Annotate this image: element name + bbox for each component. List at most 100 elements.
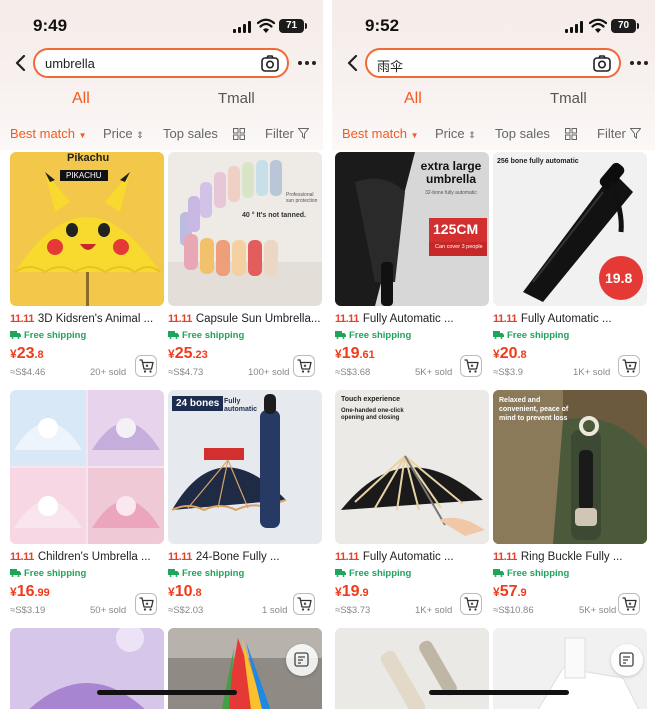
grid-view-icon[interactable] bbox=[565, 128, 577, 140]
tab-all[interactable]: All bbox=[72, 90, 90, 108]
product-card[interactable] bbox=[335, 628, 489, 709]
product-title[interactable]: 11.11 Fully Automatic ... bbox=[335, 551, 489, 563]
product-title[interactable]: 11.11 24-Bone Fully ... bbox=[168, 551, 322, 563]
sort-best-match[interactable]: Best match ▼ bbox=[10, 126, 87, 141]
product-card[interactable]: 256 bone fully automatic 19.8 11.11 Fully… bbox=[493, 152, 647, 378]
product-image[interactable]: extra large umbrella 32-bone fully autom… bbox=[335, 152, 489, 306]
promo-badge: 11.11 bbox=[168, 551, 192, 563]
converted-price: ≈S$10.86 bbox=[493, 605, 534, 616]
signal-icon bbox=[565, 21, 583, 33]
camera-icon[interactable] bbox=[261, 55, 279, 72]
product-title[interactable]: 11.11 Fully Automatic ... bbox=[335, 313, 489, 325]
sort-price[interactable]: Price ⇕ bbox=[103, 126, 144, 141]
product-title-text: Fully Automatic ... bbox=[520, 313, 612, 325]
product-title[interactable]: 11.11 Children's Umbrella ... bbox=[10, 551, 164, 563]
product-title[interactable]: 11.11 Ring Buckle Fully ... bbox=[493, 551, 647, 563]
add-to-cart-button[interactable] bbox=[460, 593, 482, 615]
cart-icon bbox=[464, 597, 479, 611]
sold-count: 5K+ sold bbox=[579, 605, 617, 616]
panel-left: 9:49 71 umbrella All Tmall Best match ▼ … bbox=[0, 0, 323, 709]
add-to-cart-button[interactable] bbox=[135, 593, 157, 615]
grid-view-icon[interactable] bbox=[233, 128, 245, 140]
image-text: Professional sun protection bbox=[286, 192, 318, 204]
sort-best-match-label: Best match bbox=[10, 126, 76, 141]
product-image[interactable] bbox=[335, 628, 489, 709]
add-to-cart-button[interactable] bbox=[293, 355, 315, 377]
sort-price[interactable]: Price ⇕ bbox=[435, 126, 476, 141]
product-title[interactable]: 11.11 Capsule Sun Umbrella... bbox=[168, 313, 322, 325]
product-image[interactable] bbox=[10, 628, 164, 709]
image-text: One-handed one-click opening and closing bbox=[341, 408, 404, 421]
promo-badge: 11.11 bbox=[493, 551, 517, 563]
promo-badge: 11.11 bbox=[493, 313, 517, 325]
more-icon[interactable] bbox=[298, 61, 316, 65]
panel-right: 9:52 70 雨伞 All Tmall Best match ▼ Price … bbox=[332, 0, 655, 709]
product-image[interactable]: 24 bones Fully automatic bbox=[168, 390, 322, 544]
converted-price: ≈S$3.68 bbox=[335, 367, 371, 378]
more-icon[interactable] bbox=[630, 61, 648, 65]
product-card[interactable]: 24 bones Fully automatic 11.11 24-Bone Fu… bbox=[168, 390, 322, 616]
product-card[interactable]: extra large umbrella 32-bone fully autom… bbox=[335, 152, 489, 378]
product-title[interactable]: 11.11 Fully Automatic ... bbox=[493, 313, 647, 325]
image-text: Fully automatic bbox=[224, 398, 258, 413]
back-arrow-icon[interactable] bbox=[346, 55, 360, 71]
filter-button[interactable]: Filter bbox=[597, 126, 642, 141]
search-input[interactable]: 雨伞 bbox=[365, 48, 621, 78]
caret-down-icon: ▼ bbox=[78, 131, 87, 140]
free-shipping-tag: Free shipping bbox=[493, 330, 569, 341]
battery-icon: 70 bbox=[611, 19, 639, 33]
wifi-icon bbox=[589, 18, 607, 33]
truck-icon bbox=[168, 331, 179, 339]
sort-top-sales[interactable]: Top sales bbox=[495, 126, 550, 141]
image-text: Touch experience bbox=[341, 396, 401, 403]
filter-label: Filter bbox=[597, 126, 626, 141]
product-image[interactable]: Relaxed and convenient, peace of mind to… bbox=[493, 390, 647, 544]
add-to-cart-button[interactable] bbox=[135, 355, 157, 377]
filter-icon bbox=[296, 128, 310, 139]
product-image[interactable] bbox=[10, 390, 164, 544]
currency-symbol: ¥ bbox=[493, 347, 500, 361]
filter-button[interactable]: Filter bbox=[265, 126, 310, 141]
product-title[interactable]: 11.11 3D Kidsren's Animal ... bbox=[10, 313, 164, 325]
product-card[interactable]: Pikachu PIKACHU 11.11 3D Kidsren's Animal… bbox=[10, 152, 164, 378]
cart-icon bbox=[139, 359, 154, 373]
tab-tmall[interactable]: Tmall bbox=[218, 90, 255, 107]
header: 9:49 71 umbrella All Tmall Best match ▼ … bbox=[0, 0, 323, 150]
edit-button[interactable] bbox=[286, 644, 318, 676]
cart-icon bbox=[139, 597, 154, 611]
truck-icon bbox=[10, 569, 21, 577]
search-query: umbrella bbox=[45, 56, 95, 71]
filter-icon bbox=[628, 128, 642, 139]
product-card[interactable]: Relaxed and convenient, peace of mind to… bbox=[493, 390, 647, 616]
product-card[interactable] bbox=[10, 628, 164, 709]
sold-count: 1K+ sold bbox=[573, 367, 611, 378]
add-to-cart-button[interactable] bbox=[293, 593, 315, 615]
tab-all[interactable]: All bbox=[404, 90, 422, 108]
product-image[interactable]: Touch experience One-handed one-click op… bbox=[335, 390, 489, 544]
search-input[interactable]: umbrella bbox=[33, 48, 289, 78]
tab-tmall[interactable]: Tmall bbox=[550, 90, 587, 107]
sort-top-sales[interactable]: Top sales bbox=[163, 126, 218, 141]
edit-button[interactable] bbox=[611, 644, 643, 676]
add-to-cart-button[interactable] bbox=[618, 593, 640, 615]
product-card[interactable]: Touch experience One-handed one-click op… bbox=[335, 390, 489, 616]
free-shipping-tag: Free shipping bbox=[10, 330, 86, 341]
currency-symbol: ¥ bbox=[493, 585, 500, 599]
add-to-cart-button[interactable] bbox=[460, 355, 482, 377]
back-arrow-icon[interactable] bbox=[14, 55, 28, 71]
cart-icon bbox=[297, 597, 312, 611]
sort-best-match[interactable]: Best match ▼ bbox=[342, 126, 419, 141]
product-card[interactable]: Professional sun protection 40 ° It's no… bbox=[168, 152, 322, 378]
free-shipping-tag: Free shipping bbox=[10, 568, 86, 579]
add-to-cart-button[interactable] bbox=[618, 355, 640, 377]
camera-icon[interactable] bbox=[593, 55, 611, 72]
product-image[interactable]: Professional sun protection 40 ° It's no… bbox=[168, 152, 322, 306]
sold-count: 100+ sold bbox=[248, 367, 290, 378]
product-card[interactable]: 11.11 Children's Umbrella ... Free shippi… bbox=[10, 390, 164, 616]
product-title-text: 3D Kidsren's Animal ... bbox=[37, 313, 154, 325]
converted-price: ≈S$3.19 bbox=[10, 605, 46, 616]
price-integer: 23 bbox=[16, 345, 35, 362]
product-image[interactable]: 256 bone fully automatic 19.8 bbox=[493, 152, 647, 306]
product-image[interactable]: Pikachu PIKACHU bbox=[10, 152, 164, 306]
shipping-text: Free shipping bbox=[507, 330, 570, 341]
